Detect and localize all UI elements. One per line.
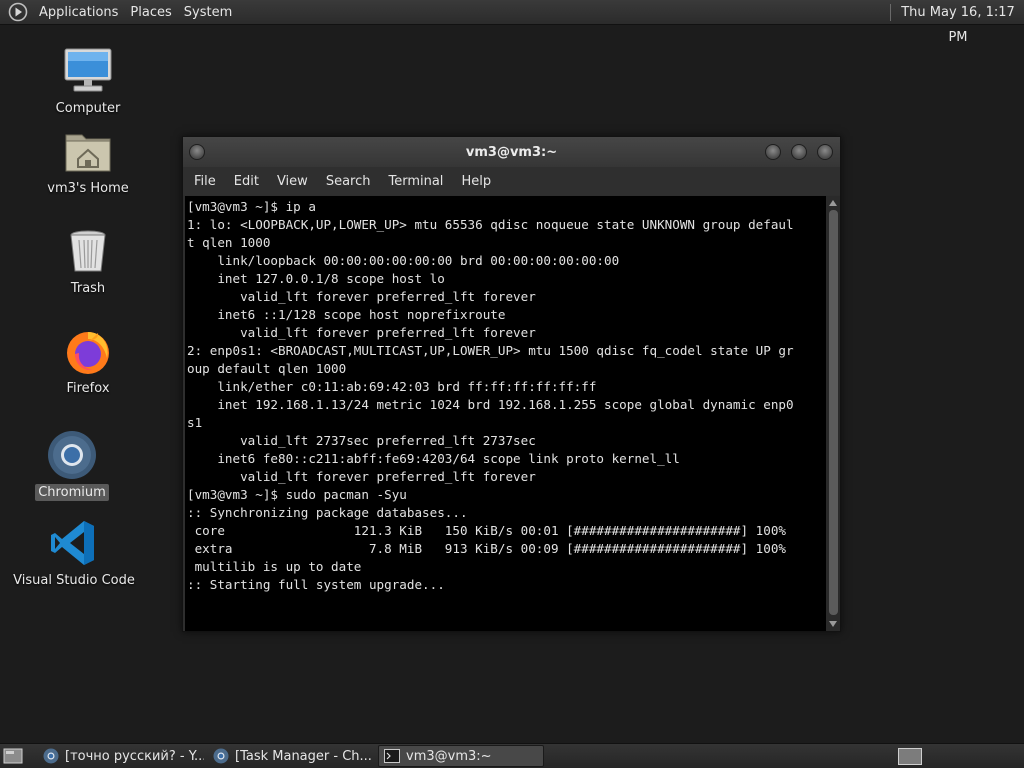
scroll-down-arrow-icon[interactable]	[826, 617, 840, 631]
terminal-line: valid_lft forever preferred_lft forever	[187, 325, 536, 340]
chromium-icon	[43, 748, 59, 764]
terminal-output[interactable]: [vm3@vm3 ~]$ ip a 1: lo: <LOOPBACK,UP,LOW…	[185, 196, 826, 631]
vscode-icon	[48, 517, 100, 569]
terminal-line: [vm3@vm3 ~]$ ip a	[187, 199, 316, 214]
applications-menu[interactable]: Applications	[33, 0, 124, 25]
terminal-line: inet6 ::1/128 scope host noprefixroute	[187, 307, 506, 322]
taskbar-item-terminal[interactable]: vm3@vm3:~	[378, 745, 544, 767]
trash-icon	[62, 225, 114, 277]
desktop-icon-label: Chromium	[35, 484, 109, 501]
computer-icon	[62, 45, 114, 97]
maximize-button[interactable]	[791, 144, 807, 160]
desktop-icon-trash[interactable]: Trash	[28, 225, 148, 297]
chromium-icon	[213, 748, 229, 764]
terminal-line: link/loopback 00:00:00:00:00:00 brd 00:0…	[187, 253, 620, 268]
menu-help[interactable]: Help	[452, 174, 500, 189]
taskbar-item-label: vm3@vm3:~	[406, 748, 492, 764]
menu-search[interactable]: Search	[317, 174, 380, 189]
clock[interactable]: Thu May 16, 1:17 PM	[896, 0, 1020, 50]
terminal-scrollbar[interactable]	[826, 196, 840, 631]
terminal-line: valid_lft 2737sec preferred_lft 2737sec	[187, 433, 536, 448]
desktop-icon-label: Trash	[70, 281, 106, 296]
terminal-icon	[384, 748, 400, 764]
taskbar-item-chromium-1[interactable]: [точно русский? - Y...	[38, 745, 204, 767]
menu-view[interactable]: View	[268, 174, 317, 189]
desktop-icon-firefox[interactable]: Firefox	[28, 325, 148, 397]
system-menu[interactable]: System	[178, 0, 238, 25]
desktop-icon-label: vm3's Home	[47, 181, 129, 196]
menu-file[interactable]: File	[185, 174, 225, 189]
window-menu-button[interactable]	[189, 144, 205, 160]
terminal-line: :: Starting full system upgrade...	[187, 577, 445, 592]
desktop-icon-label: Computer	[55, 101, 121, 116]
scroll-up-arrow-icon[interactable]	[826, 196, 840, 210]
terminal-line: s1	[187, 415, 203, 430]
desktop-icon-vscode[interactable]: Visual Studio Code	[13, 517, 135, 589]
terminal-line: [vm3@vm3 ~]$ sudo pacman -Syu	[187, 487, 407, 502]
terminal-line: inet 127.0.0.1/8 scope host lo	[187, 271, 445, 286]
minimize-button[interactable]	[765, 144, 781, 160]
terminal-line: inet 192.168.1.13/24 metric 1024 brd 192…	[187, 397, 794, 412]
window-title: vm3@vm3:~	[465, 144, 558, 160]
terminal-menubar: File Edit View Search Terminal Help	[183, 167, 840, 195]
terminal-line: link/ether c0:11:ab:69:42:03 brd ff:ff:f…	[187, 379, 597, 394]
places-menu[interactable]: Places	[124, 0, 177, 25]
menu-terminal[interactable]: Terminal	[379, 174, 452, 189]
taskbar-item-chromium-2[interactable]: [Task Manager - Ch...	[208, 745, 374, 767]
close-button[interactable]	[817, 144, 833, 160]
workspace-switcher[interactable]	[898, 748, 922, 765]
main-menu-logo-icon[interactable]	[7, 1, 29, 23]
panel-separator	[890, 4, 891, 21]
terminal-line: t qlen 1000	[187, 235, 271, 250]
taskbar-item-label: [точно русский? - Y...	[65, 748, 204, 764]
home-folder-icon	[62, 125, 114, 177]
terminal-line: extra 7.8 MiB 913 KiB/s 00:09 [#########…	[187, 541, 786, 556]
chromium-icon	[46, 429, 98, 481]
terminal-line: 1: lo: <LOOPBACK,UP,LOWER_UP> mtu 65536 …	[187, 217, 794, 232]
terminal-line: oup default qlen 1000	[187, 361, 347, 376]
desktop-icon-label: Visual Studio Code	[13, 573, 135, 588]
terminal-line: valid_lft forever preferred_lft forever	[187, 469, 536, 484]
terminal-line: valid_lft forever preferred_lft forever	[187, 289, 536, 304]
terminal-line: multilib is up to date	[187, 559, 362, 574]
menu-edit[interactable]: Edit	[225, 174, 268, 189]
terminal-text: [vm3@vm3 ~]$ ip a 1: lo: <LOOPBACK,UP,LOW…	[185, 196, 826, 594]
taskbar-item-label: [Task Manager - Ch...	[235, 748, 372, 764]
desktop-icon-home[interactable]: vm3's Home	[28, 125, 148, 197]
bottom-panel: [точно русский? - Y... [Task Manager - C…	[0, 743, 1024, 768]
desktop-icon-chromium[interactable]: Chromium	[12, 429, 132, 501]
firefox-icon	[62, 325, 114, 377]
terminal-line: 2: enp0s1: <BROADCAST,MULTICAST,UP,LOWER…	[187, 343, 794, 358]
top-panel: Applications Places System Thu May 16, 1…	[0, 0, 1024, 45]
scroll-thumb[interactable]	[829, 210, 838, 615]
terminal-line: core 121.3 KiB 150 KiB/s 00:01 [########…	[187, 523, 786, 538]
terminal-line: inet6 fe80::c211:abff:fe69:4203/64 scope…	[187, 451, 680, 466]
desktop-icon-label: Firefox	[66, 381, 110, 396]
show-desktop-icon[interactable]	[2, 745, 24, 767]
terminal-line: :: Synchronizing package databases...	[187, 505, 468, 520]
desktop-icon-computer[interactable]: Computer	[28, 45, 148, 117]
terminal-window[interactable]: vm3@vm3:~ File Edit View Search Terminal…	[182, 136, 841, 632]
terminal-titlebar[interactable]: vm3@vm3:~	[183, 137, 840, 167]
